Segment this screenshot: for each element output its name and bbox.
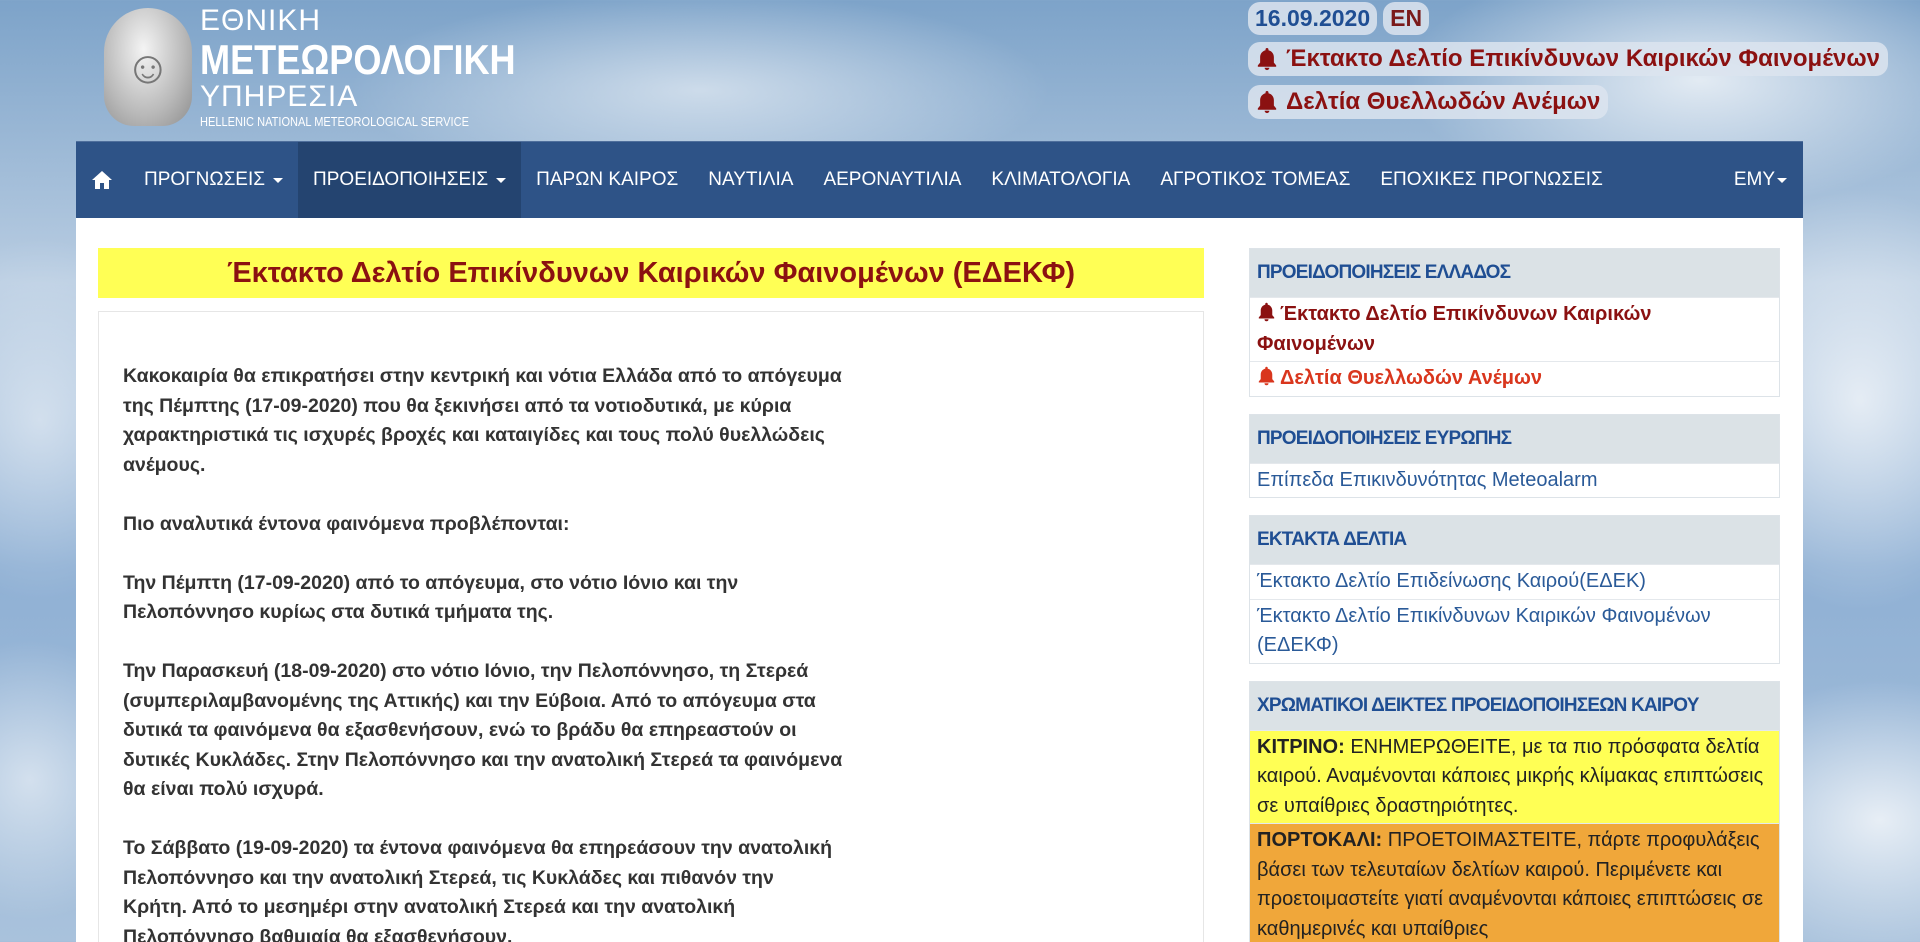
sidebar-greece-warnings: ΠΡΟΕΙΔΟΠΟΙΗΣΕΙΣ ΕΛΛΑΔΟΣ Έκτακτο Δελτίο Ε… [1249, 248, 1780, 397]
content-panel: Έκτακτο Δελτίο Επικίνδυνων Καιρικών Φαιν… [76, 218, 1803, 942]
logo-line-2: ΜΕΤΕΩΡΟΛΟΓΙΚΗ [200, 36, 516, 83]
nav-forecasts-label: ΠΡΟΓΝΩΣΕΙΣ [144, 169, 266, 190]
home-icon [92, 171, 112, 189]
sidebar-greece-title: ΠΡΟΕΙΔΟΠΟΙΗΣΕΙΣ ΕΛΛΑΔΟΣ [1250, 249, 1779, 297]
sidebar: ΠΡΟΕΙΔΟΠΟΙΗΣΕΙΣ ΕΛΛΑΔΟΣ Έκτακτο Δελτίο Ε… [1249, 248, 1780, 942]
bell-icon [1257, 48, 1277, 71]
sidebar-europe-warnings: ΠΡΟΕΙΔΟΠΟΙΗΣΕΙΣ ΕΥΡΩΠΗΣ Επίπεδα Επικινδυ… [1249, 413, 1780, 498]
date-language-row: 16.09.2020 EN [1248, 2, 1430, 35]
color-indicator-orange: ΠΟΡΤΟΚΑΛΙ: ΠΡΟΕΤΟΙΜΑΣΤΕΙΤΕ, πάρτε προφυλ… [1250, 823, 1779, 942]
logo-line-1: ΕΘΝΙΚΗ [200, 4, 322, 37]
sidebar-link-edekf-label: Έκτακτο Δελτίο Επικίνδυνων Καιρικών Φαιν… [1257, 303, 1652, 355]
bell-icon [1258, 366, 1275, 386]
nav-aviation[interactable]: ΑΕΡΟΝΑΥΤΙΛΙΑ [808, 142, 976, 218]
nav-forecasts[interactable]: ΠΡΟΓΝΩΣΕΙΣ [129, 142, 298, 218]
color-indicator-yellow: ΚΙΤΡΙΝΟ: ΕΝΗΜΕΡΩΘΕΙΤΕ, με τα πιο πρόσφατ… [1250, 729, 1779, 823]
logo-line-4: HELLENIC NATIONAL METEOROLOGICAL SERVICE [200, 114, 469, 129]
sidebar-link-winds-label: Δελτία Θυελλωδών Ανέμων [1280, 367, 1542, 389]
sidebar-link-edekf[interactable]: Έκτακτο Δελτίο Επικίνδυνων Καιρικών Φαιν… [1250, 297, 1779, 361]
bulletin-paragraph: Πιο αναλυτικά έντονα φαινόμενα προβλέπον… [123, 512, 570, 535]
bulletin-paragraph: Την Παρασκευή (18-09-2020) στο νότιο Ιόν… [123, 660, 843, 800]
sidebar-extra-bulletins: ΕΚΤΑΚΤΑ ΔΕΛΤΙΑ Έκτακτο Δελτίο Επιδείνωση… [1249, 515, 1780, 664]
header-alert-winds[interactable]: Δελτία Θυελλωδών Ανέμων [1248, 85, 1609, 119]
sidebar-color-indicators: ΧΡΩΜΑΤΙΚΟΙ ΔΕΙΚΤΕΣ ΠΡΟΕΙΔΟΠΟΙΗΣΕΩΝ ΚΑΙΡΟ… [1249, 680, 1780, 942]
bell-icon [1258, 302, 1275, 322]
bell-icon [1257, 91, 1277, 114]
header-alert-winds-label: Δελτία Θυελλωδών Ανέμων [1286, 88, 1601, 115]
nav-marine[interactable]: ΝΑΥΤΙΛΙΑ [693, 142, 808, 218]
nav-emy-label: ΕΜΥ [1733, 169, 1775, 190]
nav-agriculture[interactable]: ΑΓΡΟΤΙΚΟΣ ΤΟΜΕΑΣ [1145, 142, 1365, 218]
current-date: 16.09.2020 [1248, 2, 1378, 35]
sidebar-europe-title: ΠΡΟΕΙΔΟΠΟΙΗΣΕΙΣ ΕΥΡΩΠΗΣ [1250, 414, 1779, 463]
caret-down-icon [1777, 177, 1787, 183]
site-logo[interactable]: ☺ ΕΘΝΙΚΗ ΜΕΤΕΩΡΟΛΟΓΙΚΗ ΥΠΗΡΕΣΙΑ HELLENIC… [100, 2, 516, 130]
logo-line-3: ΥΠΗΡΕΣΙΑ [200, 80, 359, 113]
bulletin-paragraph: Το Σάββατο (19-09-2020) τα έντονα φαινόμ… [123, 837, 833, 942]
sidebar-link-winds[interactable]: Δελτία Θυελλωδών Ανέμων [1250, 361, 1779, 396]
sidebar-link-edek[interactable]: Έκτακτο Δελτίο Επιδείνωσης Καιρού(ΕΔΕΚ) [1250, 564, 1779, 599]
nav-home[interactable] [76, 142, 129, 218]
sidebar-link-edekf-full[interactable]: Έκτακτο Δελτίο Επικίνδυνων Καιρικών Φαιν… [1250, 598, 1779, 663]
sidebar-link-meteoalarm[interactable]: Επίπεδα Επικινδυνότητας Meteoalarm [1250, 462, 1779, 498]
yellow-label: ΚΙΤΡΙΝΟ: [1257, 735, 1345, 758]
nav-warnings-label: ΠΡΟΕΙΔΟΠΟΙΗΣΕΙΣ [313, 169, 489, 190]
page-title: Έκτακτο Δελτίο Επικίνδυνων Καιρικών Φαιν… [98, 248, 1204, 298]
nav-current-weather[interactable]: ΠΑΡΩΝ ΚΑΙΡΟΣ [521, 142, 693, 218]
sidebar-colors-title: ΧΡΩΜΑΤΙΚΟΙ ΔΕΙΚΤΕΣ ΠΡΟΕΙΔΟΠΟΙΗΣΕΩΝ ΚΑΙΡΟ… [1250, 681, 1779, 730]
language-switch-en[interactable]: EN [1383, 2, 1430, 35]
nav-seasonal[interactable]: ΕΠΟΧΙΚΕΣ ΠΡΟΓΝΩΣΕΙΣ [1365, 142, 1618, 218]
caret-down-icon [496, 177, 507, 183]
main-navbar: ΠΡΟΓΝΩΣΕΙΣ ΠΡΟΕΙΔΟΠΟΙΗΣΕΙΣ ΠΑΡΩΝ ΚΑΙΡΟΣ … [76, 141, 1803, 218]
header-alert-edekf[interactable]: Έκτακτο Δελτίο Επικίνδυνων Καιρικών Φαιν… [1248, 42, 1889, 76]
bulletin-paragraph: Κακοκαιρία θα επικρατήσει στην κεντρική … [123, 365, 842, 476]
sidebar-extra-title: ΕΚΤΑΚΤΑ ΔΕΛΤΙΑ [1250, 516, 1779, 564]
caret-down-icon [273, 177, 284, 183]
nav-climatology[interactable]: ΚΛΙΜΑΤΟΛΟΓΙΑ [976, 142, 1145, 218]
bulletin-paragraph: Την Πέμπτη (17-09-2020) από το απόγευμα,… [123, 571, 739, 624]
header-alert-edekf-label: Έκτακτο Δελτίο Επικίνδυνων Καιρικών Φαιν… [1286, 45, 1881, 72]
bulletin-article: Κακοκαιρία θα επικρατήσει στην κεντρική … [98, 311, 1204, 942]
nav-emy[interactable]: ΕΜΥ [1719, 142, 1803, 218]
nav-warnings[interactable]: ΠΡΟΕΙΔΟΠΟΙΗΣΕΙΣ [298, 142, 522, 218]
orange-label: ΠΟΡΤΟΚΑΛΙ: [1257, 829, 1383, 851]
aristotle-bust-icon: ☺ [104, 8, 192, 126]
